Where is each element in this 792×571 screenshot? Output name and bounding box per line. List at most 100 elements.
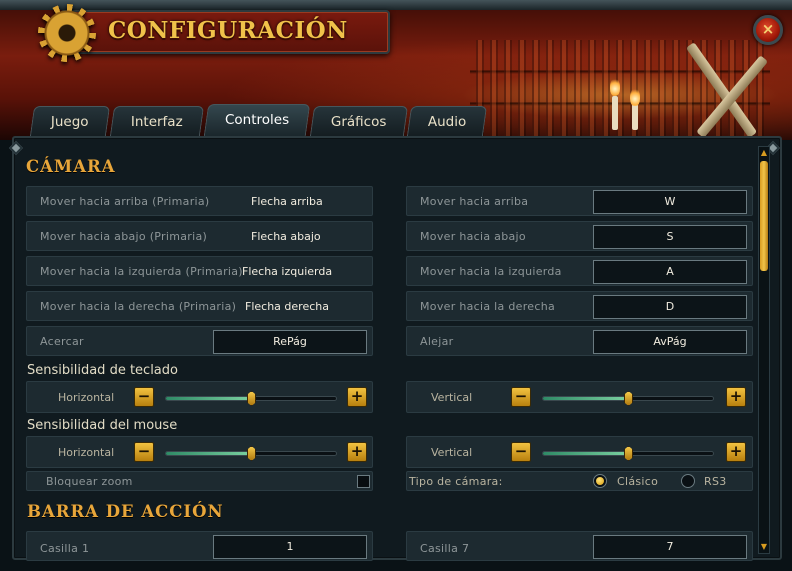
tab-interfaz[interactable]: Interfaz — [109, 106, 204, 136]
plus-icon: + — [350, 387, 364, 405]
slider-track[interactable] — [165, 391, 337, 406]
close-icon: × — [761, 20, 775, 38]
minus-icon: − — [137, 442, 151, 460]
mouse-sensitivity-title: Sensibilidad del mouse — [27, 418, 178, 433]
candle-flame-icon — [610, 78, 620, 96]
tab-bar: Juego Interfaz Controles Gráficos Audio — [29, 104, 488, 136]
keybind-row[interactable]: Mover hacia arriba (Primaria) Flecha arr… — [26, 186, 373, 216]
keybind-row[interactable]: Mover hacia la izquierda (Primaria) Flec… — [26, 256, 373, 286]
increase-button[interactable]: + — [726, 442, 746, 462]
scroll-down-icon[interactable]: ▼ — [759, 543, 769, 551]
lock-zoom-label: Bloquear zoom — [46, 475, 133, 488]
slider-row-keyboard-vertical: Vertical − + — [406, 381, 753, 413]
tab-controles[interactable]: Controles — [203, 104, 310, 136]
slider-track[interactable] — [165, 446, 337, 461]
minus-icon: − — [137, 387, 151, 405]
plus-icon: + — [729, 442, 743, 460]
keybind-row-zoom-out: Alejar AvPág — [406, 326, 753, 356]
slider-row-mouse-vertical: Vertical − + — [406, 436, 753, 468]
keybind-row: Mover hacia abajo S — [406, 221, 753, 251]
keybind-label: Alejar — [420, 335, 454, 348]
candle-icon — [612, 96, 618, 130]
slider-label: Vertical — [431, 446, 473, 459]
slider-track[interactable] — [542, 446, 714, 461]
slider-row-keyboard-horizontal: Horizontal − + — [26, 381, 373, 413]
slider-fill — [543, 397, 628, 400]
slider-handle[interactable] — [247, 446, 256, 461]
keybind-row: Mover hacia la izquierda A — [406, 256, 753, 286]
camera-type-radio-rs3[interactable] — [681, 474, 695, 488]
settings-panel: CÁMARA Mover hacia arriba (Primaria) Fle… — [8, 136, 782, 562]
increase-button[interactable]: + — [726, 387, 746, 407]
section-title-action-bar: BARRA DE ACCIÓN — [27, 502, 224, 521]
tab-graficos[interactable]: Gráficos — [309, 106, 408, 136]
plus-icon: + — [729, 387, 743, 405]
slider-track[interactable] — [542, 391, 714, 406]
slider-fill — [166, 452, 251, 455]
increase-button[interactable]: + — [347, 387, 367, 407]
section-title-camera: CÁMARA — [26, 157, 116, 176]
lock-zoom-row[interactable]: Bloquear zoom — [26, 471, 373, 491]
plus-icon: + — [350, 442, 364, 460]
close-button[interactable]: × — [753, 15, 783, 45]
keyboard-sensitivity-title: Sensibilidad de teclado — [27, 363, 178, 378]
keybind-label: Mover hacia la izquierda — [420, 265, 562, 278]
scroll-up-icon[interactable]: ▲ — [759, 149, 769, 157]
camera-type-row: Tipo de cámara: Clásico RS3 — [406, 471, 753, 491]
window-title: CONFIGURACIÓN — [108, 17, 348, 44]
slider-label: Vertical — [431, 391, 473, 404]
camera-type-label: Tipo de cámara: — [409, 475, 503, 488]
scroll-content: CÁMARA Mover hacia arriba (Primaria) Fle… — [14, 138, 754, 562]
camera-type-radio-classic[interactable] — [593, 474, 607, 488]
keybind-label: Mover hacia la derecha (Primaria) — [40, 300, 237, 313]
decrease-button[interactable]: − — [511, 387, 531, 407]
slider-fill — [543, 452, 628, 455]
candle-flame-icon — [630, 88, 640, 106]
keybind-input[interactable]: W — [593, 190, 747, 214]
candle-icon — [632, 104, 638, 130]
window-frame — [0, 0, 792, 10]
keybind-row-slot-7: Casilla 7 7 — [406, 531, 753, 561]
keybind-label: Mover hacia la derecha — [420, 300, 556, 313]
tab-juego[interactable]: Juego — [29, 106, 110, 136]
slider-handle[interactable] — [247, 391, 256, 406]
tab-audio[interactable]: Audio — [407, 106, 488, 136]
keybind-label: Mover hacia abajo — [420, 230, 526, 243]
keybind-row-slot-1: Casilla 1 1 — [26, 531, 373, 561]
keybind-row[interactable]: Mover hacia la derecha (Primaria) Flecha… — [26, 291, 373, 321]
keybind-input-zoom-in[interactable]: RePág — [213, 330, 367, 354]
keybind-value: Flecha izquierda — [242, 265, 333, 278]
keybind-input[interactable]: S — [593, 225, 747, 249]
slider-fill — [166, 397, 251, 400]
lock-zoom-checkbox[interactable] — [357, 475, 370, 488]
slider-label: Horizontal — [58, 446, 115, 459]
keybind-value: Flecha arriba — [251, 195, 323, 208]
keybind-row[interactable]: Mover hacia abajo (Primaria) Flecha abaj… — [26, 221, 373, 251]
keybind-input[interactable]: A — [593, 260, 747, 284]
keybind-input[interactable]: D — [593, 295, 747, 319]
camera-type-option-label: RS3 — [704, 475, 727, 488]
keybind-input-zoom-out[interactable]: AvPág — [593, 330, 747, 354]
keybind-row: Mover hacia arriba W — [406, 186, 753, 216]
decrease-button[interactable]: − — [134, 442, 154, 462]
slider-handle[interactable] — [624, 391, 633, 406]
keybind-row-zoom-in: Acercar RePág — [26, 326, 373, 356]
increase-button[interactable]: + — [347, 442, 367, 462]
keybind-label: Acercar — [40, 335, 84, 348]
slider-row-mouse-horizontal: Horizontal − + — [26, 436, 373, 468]
keybind-label: Mover hacia abajo (Primaria) — [40, 230, 208, 243]
slider-handle[interactable] — [624, 446, 633, 461]
keybind-label: Mover hacia la izquierda (Primaria) — [40, 265, 243, 278]
keybind-label: Mover hacia arriba (Primaria) — [40, 195, 210, 208]
keybind-input-slot-7[interactable]: 7 — [593, 535, 747, 559]
keybind-row: Mover hacia la derecha D — [406, 291, 753, 321]
keybind-input-slot-1[interactable]: 1 — [213, 535, 367, 559]
decrease-button[interactable]: − — [511, 442, 531, 462]
minus-icon: − — [514, 387, 528, 405]
slider-label: Horizontal — [58, 391, 115, 404]
keybind-label: Casilla 7 — [420, 542, 470, 555]
decrease-button[interactable]: − — [134, 387, 154, 407]
keybind-label: Casilla 1 — [40, 542, 90, 555]
scrollbar-thumb[interactable] — [760, 161, 768, 271]
scrollbar[interactable]: ▲ ▼ — [758, 146, 770, 554]
